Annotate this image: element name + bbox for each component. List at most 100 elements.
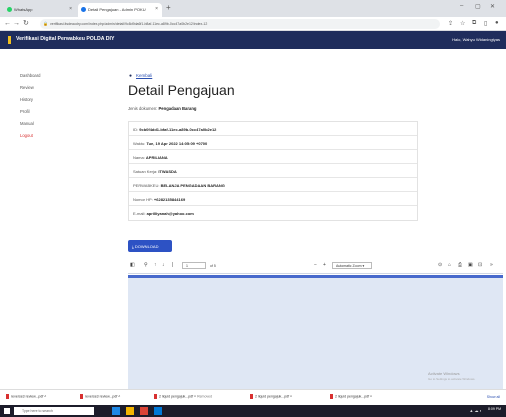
- page-number-input[interactable]: 1: [182, 262, 206, 269]
- zoom-out-icon[interactable]: −: [314, 262, 317, 269]
- sidebar-item-manual[interactable]: Manual: [20, 121, 34, 126]
- pdf-file-icon: [250, 394, 253, 399]
- zoom-in-icon[interactable]: +: [323, 262, 326, 269]
- search-icon[interactable]: ⚲: [144, 262, 148, 269]
- sidebar-item-review[interactable]: Review: [20, 85, 34, 90]
- back-link[interactable]: Kembali: [136, 73, 152, 78]
- minimize-icon[interactable]: –: [460, 3, 463, 9]
- sidebar-item-profil[interactable]: Profil: [20, 109, 30, 114]
- detail-label: Nomor HP:: [133, 197, 153, 202]
- windows-start-icon[interactable]: [4, 408, 10, 414]
- download-button-label: DOWNLOAD: [134, 244, 159, 249]
- separator: |: [172, 262, 174, 268]
- download-item-name: reverse3 review...pdf: [85, 394, 118, 399]
- back-arrow-icon[interactable]: ←: [4, 19, 11, 28]
- detail-label: PERWABKEU:: [133, 183, 160, 188]
- detail-row-satuan-kerja: Satuan Kerja: ITWASDA: [129, 164, 417, 178]
- next-page-icon[interactable]: ↓: [162, 262, 165, 269]
- page-number-value: 1: [186, 264, 188, 268]
- chevron-down-icon: ▾: [362, 264, 365, 268]
- task-view-icon[interactable]: [112, 407, 120, 415]
- detail-table: ID: 9cb0f4dd1-bfaf-11ec-a89b-0cc47a0b2e1…: [128, 121, 418, 221]
- detail-value: APRILIANA: [145, 155, 168, 160]
- taskbar-search-input[interactable]: Type here to search: [14, 407, 94, 415]
- detail-row-nomor-hp: Nomor HP: +6282135844169: [129, 192, 417, 206]
- detail-row-id: ID: 9cb0f4dd1-bfaf-11ec-a89b-0cc47a0b2e1…: [129, 122, 417, 136]
- tools-menu-icon[interactable]: »: [490, 262, 493, 269]
- pdf-file-icon: [154, 394, 157, 399]
- download-item[interactable]: 2 liquid pengajuk...pdf ˄: [330, 394, 372, 399]
- sidebar-item-dashboard[interactable]: Dashboard: [20, 73, 41, 78]
- detail-row-nama: Nama: APRILIANA: [129, 150, 417, 164]
- sidebar-item-history[interactable]: History: [20, 97, 33, 102]
- print-icon[interactable]: ⎙: [458, 262, 462, 269]
- close-tab-icon[interactable]: ×: [155, 6, 158, 12]
- download-item[interactable]: reverse3 review...pdf ˄: [80, 394, 120, 399]
- activate-windows-subtitle: Go to Settings to activate Windows.: [428, 377, 476, 381]
- detail-row-perwabkeu: PERWABKEU: BELANJA PENGADAAN BARANG: [129, 178, 417, 192]
- url-input[interactable]: 🔒 verifikasi.itsdeaudry.com/index.php/ad…: [40, 19, 440, 29]
- taskbar-clock[interactable]: 8:09 PM: [488, 407, 501, 411]
- sidebar-item-logout[interactable]: Logout: [20, 133, 33, 138]
- zoom-value: Automatic Zoom: [336, 264, 362, 268]
- download-shelf: reverse3 review...pdf ˄ reverse3 review.…: [0, 389, 506, 405]
- user-greeting[interactable]: Halo, Wahyu Widaningtyas: [452, 37, 500, 42]
- tab-title: Detail Pengajuan - Admin POKU: [88, 7, 146, 12]
- bookmark-icon[interactable]: ⊡: [478, 262, 482, 269]
- lock-icon: 🔒: [43, 21, 48, 26]
- detail-value: BELANJA PENGADAAN BARANG: [160, 183, 225, 188]
- download-item-name: 2 liquid pengajuk...pdf: [255, 394, 290, 399]
- app-title[interactable]: Verifikasi Digital Perwabkeu POLDA DIY: [16, 36, 114, 42]
- download-item[interactable]: 2 liquid pengajuk...pdf ˄: [250, 394, 292, 399]
- chrome-icon[interactable]: [140, 407, 148, 415]
- sidebar-toggle-icon[interactable]: ▯: [484, 20, 487, 27]
- app-header: Verifikasi Digital Perwabkeu POLDA DIY H…: [0, 31, 506, 49]
- browser-tab-whatsapp[interactable]: WhatsApp ×: [4, 3, 76, 17]
- bookmark-star-icon[interactable]: ☆: [460, 20, 465, 27]
- whatsapp-icon: [7, 7, 12, 12]
- detail-value: aprilliyanah@yahoo.com: [146, 211, 194, 216]
- forward-arrow-icon[interactable]: →: [13, 19, 20, 28]
- detail-label: ID:: [133, 127, 139, 132]
- share-icon[interactable]: ⇪: [448, 20, 453, 27]
- download-button[interactable]: ⤓ DOWNLOAD: [128, 240, 172, 252]
- document-type-label: Jenis dokumen:: [128, 106, 158, 111]
- detail-row-email: E-mail: aprilliyanah@yahoo.com: [129, 206, 417, 220]
- show-all-downloads-link[interactable]: Show all: [487, 395, 500, 399]
- pdf-file-icon: [80, 394, 83, 399]
- detail-value: ITWASDA: [158, 169, 177, 174]
- maximize-icon[interactable]: ▢: [475, 3, 481, 10]
- download-item-name: 2 liquid pengajuk...pdf: [335, 394, 370, 399]
- extensions-icon[interactable]: ⧉: [472, 20, 476, 27]
- pdf-toolbar: ◧ ⚲ ↑ ↓ | 1 of 5 − + Automatic Zoom ▾ ⊙ …: [128, 258, 503, 274]
- download-item-status: Removed: [197, 394, 213, 399]
- tab-title: WhatsApp: [14, 7, 33, 12]
- profile-avatar-icon[interactable]: ●: [495, 20, 499, 26]
- download-item[interactable]: 2 liquid pengajuk...pdf ˄ Removed: [154, 394, 212, 399]
- detail-label: Satuan Kerja:: [133, 169, 158, 174]
- file-explorer-icon[interactable]: [126, 407, 134, 415]
- open-file-icon[interactable]: ⌂: [448, 262, 451, 269]
- new-tab-button[interactable]: +: [166, 4, 171, 12]
- presentation-mode-icon[interactable]: ⊙: [438, 262, 442, 269]
- main-content: ● Kembali Detail Pengajuan Jenis dokumen…: [112, 49, 506, 417]
- page-total: of 5: [210, 264, 216, 268]
- download-item[interactable]: reverse3 review...pdf ˄: [6, 394, 46, 399]
- detail-label: E-mail:: [133, 211, 146, 216]
- detail-value: 9cb0f4dd1-bfaf-11ec-a89b-0cc47a0b2e12: [139, 127, 217, 132]
- browser-tab-detail-pengajuan[interactable]: Detail Pengajuan - Admin POKU ×: [78, 3, 162, 17]
- close-window-icon[interactable]: ✕: [490, 3, 495, 10]
- store-icon[interactable]: [154, 407, 162, 415]
- system-tray[interactable]: ▲ ☁ ◐: [469, 408, 482, 413]
- zoom-select[interactable]: Automatic Zoom ▾: [332, 262, 372, 269]
- detail-row-waktu: Waktu: Tue, 19 Apr 2022 14:05:09 +0700: [129, 136, 417, 150]
- save-icon[interactable]: ▣: [468, 262, 473, 269]
- previous-page-icon[interactable]: ↑: [154, 262, 157, 269]
- detail-label: Nama:: [133, 155, 145, 160]
- reload-icon[interactable]: ↻: [23, 19, 29, 28]
- detail-label: Waktu:: [133, 141, 146, 146]
- page-title: Detail Pengajuan: [128, 82, 235, 98]
- sidebar-toggle-icon[interactable]: ◧: [130, 262, 135, 269]
- back-circle-icon: ●: [129, 73, 133, 79]
- close-tab-icon[interactable]: ×: [69, 6, 72, 12]
